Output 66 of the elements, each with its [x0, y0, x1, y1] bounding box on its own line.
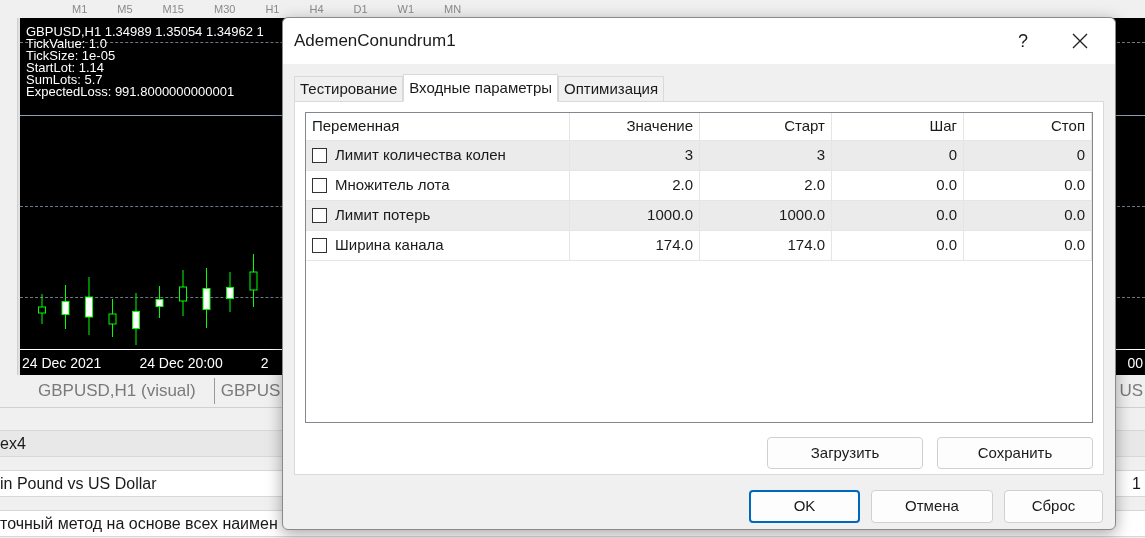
chart-info-text: TickSize: 1e-05: [26, 50, 117, 62]
candlestick: [226, 271, 234, 313]
tab[interactable]: Оптимизация: [558, 76, 665, 101]
time-axis-label: 24 Dec 2021: [22, 354, 102, 373]
candlestick: [249, 254, 258, 308]
panel-button[interactable]: Загрузить: [767, 437, 923, 469]
table-cell-text: 1000.0: [779, 205, 825, 226]
candlestick: [108, 298, 117, 338]
table-cell-text: 0: [1076, 145, 1085, 166]
table-cell-text: 174.0: [655, 235, 693, 256]
table-cell-text: Лимит количества колен: [335, 145, 506, 166]
table-cell-text: 2.0: [804, 175, 825, 196]
dialog-title: AdemenConundrum1: [294, 30, 457, 53]
table-cell-text: 174.0: [787, 235, 825, 256]
time-axis-label: 2: [260, 354, 269, 373]
dialog-button[interactable]: Сброс: [1004, 490, 1103, 523]
column-header[interactable]: Значение: [570, 113, 700, 140]
table-cell-text: 0.0: [936, 235, 957, 256]
chart-info-text: GBPUSD,H1 1.34989 1.35054 1.34962 1: [26, 26, 264, 38]
table-cell-text: 0.0: [1064, 205, 1085, 226]
chart-info-text: StartLot: 1.14: [26, 62, 106, 74]
candlestick: [85, 276, 93, 336]
table-cell-text: Ширина канала: [335, 235, 444, 256]
table-cell-text: 0.0: [936, 205, 957, 226]
table-cell-text: Множитель лота: [335, 175, 450, 196]
chart-info-text: TickValue: 1.0: [26, 38, 108, 50]
tab[interactable]: Входные параметры: [403, 74, 559, 102]
candlestick: [132, 292, 140, 346]
chart-tab[interactable]: US: [1119, 378, 1145, 404]
chart-tab[interactable]: GBPUS: [214, 378, 281, 404]
table-cell-text: 0.0: [1064, 175, 1085, 196]
panel-button[interactable]: Сохранить: [937, 437, 1093, 469]
table-cell-text: 3: [684, 145, 693, 166]
close-icon: [1072, 33, 1088, 49]
column-header[interactable]: Старт: [700, 113, 832, 140]
dialog-button[interactable]: OK: [749, 490, 860, 523]
chart-info-text: ExpectedLoss: 991.8000000000001: [26, 86, 236, 98]
checkbox[interactable]: [312, 178, 327, 193]
candlestick: [202, 267, 211, 329]
candlestick: [179, 269, 187, 317]
table-cell-text: 3: [816, 145, 825, 166]
table-cell-text: 1000.0: [647, 205, 693, 226]
table-cell-text: Лимит потерь: [335, 205, 431, 226]
checkbox[interactable]: [312, 148, 327, 163]
dialog-button[interactable]: Отмена: [871, 490, 993, 523]
column-header[interactable]: Шаг: [832, 113, 964, 140]
candlestick: [38, 293, 46, 325]
time-axis-label: 00: [1127, 354, 1143, 373]
table-cell-text: 0: [948, 145, 957, 166]
property-value: 1: [1132, 473, 1141, 494]
property-value: точный метод на основе всех наимен: [0, 513, 278, 534]
table-cell-text: 2.0: [672, 175, 693, 196]
chart-info-text: SumLots: 5.7: [26, 74, 104, 86]
property-value: in Pound vs US Dollar: [0, 473, 157, 494]
property-value: ex4: [0, 433, 26, 454]
column-header[interactable]: Стоп: [964, 113, 1092, 140]
table-cell-text: 0.0: [936, 175, 957, 196]
tab[interactable]: Тестирование: [294, 76, 404, 101]
checkbox[interactable]: [312, 208, 327, 223]
column-header[interactable]: Переменная: [306, 113, 570, 140]
candlestick: [61, 284, 70, 330]
candlestick: [155, 285, 164, 319]
time-axis-label: 24 Dec 20:00: [139, 354, 223, 373]
checkbox[interactable]: [312, 238, 327, 253]
table-cell-text: 0.0: [1064, 235, 1085, 256]
help-button[interactable]: ?: [1001, 27, 1045, 55]
